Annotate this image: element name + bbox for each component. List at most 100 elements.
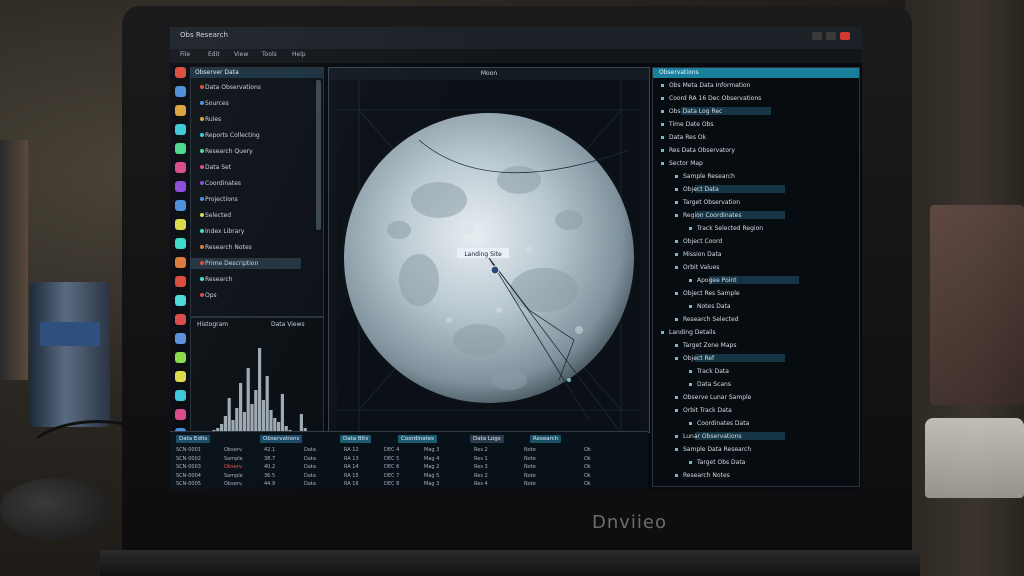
tree-node-icon[interactable] (661, 97, 664, 100)
table-row[interactable]: SCN-0005 Observ. 44.9 Data RA 16 DEC 8 Mag 3 Re… (174, 481, 644, 489)
menu-help[interactable]: Help (292, 51, 306, 58)
tree-item[interactable]: Observe Lunar Sample (683, 394, 751, 401)
tree-item[interactable]: Res Data Observatory (669, 147, 735, 154)
tree-node-icon[interactable] (675, 240, 678, 243)
app-launcher-icon[interactable] (175, 371, 186, 382)
tree-item[interactable]: Target Zone Maps (683, 342, 736, 349)
tree-item[interactable]: Research Selected (683, 316, 738, 323)
tree-node-icon[interactable] (661, 331, 664, 334)
viewer-canvas[interactable]: Landing Site (329, 80, 649, 432)
app-launcher-icon[interactable] (175, 295, 186, 306)
tree-item[interactable]: Target Obs Data (697, 459, 745, 466)
bottom-tab[interactable]: Data Logs (470, 435, 504, 443)
tree-node-icon[interactable] (689, 422, 692, 425)
tree-node-icon[interactable] (661, 162, 664, 165)
tree-node-icon[interactable] (689, 227, 692, 230)
tree-node-icon[interactable] (675, 448, 678, 451)
table-row[interactable]: SCN-0003 Observ. 40.2 Data RA 14 DEC 6 Mag 2 Re… (174, 464, 644, 472)
tree-item[interactable]: Target Observation (683, 199, 740, 206)
left-panel-item[interactable]: Coordinates (200, 180, 241, 187)
tree-node-icon[interactable] (675, 214, 678, 217)
app-launcher-icon[interactable] (175, 257, 186, 268)
app-launcher-icon[interactable] (175, 238, 186, 249)
tree-item[interactable]: Research Notes (683, 472, 730, 479)
menu-view[interactable]: View (234, 51, 248, 58)
left-panel-item[interactable]: Research Notes (200, 244, 252, 251)
left-panel-item[interactable]: Data Set (200, 164, 231, 171)
tree-item[interactable]: Object Data (683, 186, 719, 193)
app-launcher-icon[interactable] (175, 276, 186, 287)
table-row[interactable]: SCN-0002 Sample 38.7 Data RA 13 DEC 5 Mag 4 Res… (174, 456, 644, 464)
app-launcher-icon[interactable] (175, 143, 186, 154)
left-panel-item[interactable]: Rules (200, 116, 221, 123)
tree-item[interactable]: Region Coordinates (683, 212, 741, 219)
bottom-tab[interactable]: Data Bits (340, 435, 372, 443)
left-panel-item[interactable]: Sources (200, 100, 229, 107)
tree-node-icon[interactable] (675, 396, 678, 399)
tree-item[interactable]: Sample Research (683, 173, 735, 180)
app-launcher-icon[interactable] (175, 333, 186, 344)
app-launcher-icon[interactable] (175, 162, 186, 173)
left-panel-item[interactable]: Research (200, 276, 233, 283)
tree-item[interactable]: Lunar Observations (683, 433, 742, 440)
tree-item[interactable]: Orbit Track Data (683, 407, 732, 414)
landing-site-marker[interactable] (490, 265, 500, 275)
app-launcher-icon[interactable] (175, 390, 186, 401)
tree-item[interactable]: Orbit Values (683, 264, 720, 271)
tree-node-icon[interactable] (675, 201, 678, 204)
app-launcher-icon[interactable] (175, 409, 186, 420)
bottom-tab[interactable]: Coordinates (398, 435, 438, 443)
tree-node-icon[interactable] (675, 474, 678, 477)
table-row[interactable]: SCN-0004 Sample 36.5 Data RA 15 DEC 7 Mag 5 Res… (174, 473, 644, 481)
tree-item[interactable]: Mission Data (683, 251, 721, 258)
tree-node-icon[interactable] (675, 409, 678, 412)
menu-edit[interactable]: Edit (208, 51, 220, 58)
tree-item[interactable]: Object Coord (683, 238, 722, 245)
menu-file[interactable]: File (180, 51, 190, 58)
app-launcher-icon[interactable] (175, 67, 186, 78)
minimize-button[interactable] (812, 32, 822, 40)
app-launcher-icon[interactable] (175, 105, 186, 116)
left-panel-item[interactable]: Reports Collecting (200, 132, 260, 139)
tree-item[interactable]: Landing Details (669, 329, 716, 336)
maximize-button[interactable] (826, 32, 836, 40)
tree-node-icon[interactable] (675, 188, 678, 191)
tree-item[interactable]: Sector Map (669, 160, 703, 167)
tree-item[interactable]: Track Data (697, 368, 729, 375)
tree-item[interactable]: Apogee Point (697, 277, 737, 284)
tree-node-icon[interactable] (675, 253, 678, 256)
app-launcher-icon[interactable] (175, 219, 186, 230)
tree-node-icon[interactable] (661, 110, 664, 113)
tree-item[interactable]: Obs Meta Data Information (669, 82, 750, 89)
left-panel-item[interactable]: Research Query (200, 148, 253, 155)
tree-item[interactable]: Data Scans (697, 381, 731, 388)
app-launcher-icon[interactable] (175, 181, 186, 192)
tree-node-icon[interactable] (661, 84, 664, 87)
left-panel-item[interactable]: Prime Description (200, 260, 258, 267)
tree-item[interactable]: Notes Data (697, 303, 731, 310)
tree-item[interactable]: Time Date Obs (669, 121, 714, 128)
app-launcher-icon[interactable] (175, 352, 186, 363)
tree-item[interactable]: Data Res Ok (669, 134, 706, 141)
tree-item[interactable]: Coord RA 16 Dec Observations (669, 95, 761, 102)
left-panel-item[interactable]: Selected (200, 212, 231, 219)
tree-node-icon[interactable] (661, 123, 664, 126)
tree-item[interactable]: Track Selected Region (697, 225, 763, 232)
left-panel-item[interactable]: Data Observations (200, 84, 261, 91)
bottom-tab[interactable]: Data Edits (176, 435, 211, 443)
left-panel-scrollbar[interactable] (316, 80, 321, 230)
left-panel-item[interactable]: Ops (200, 292, 217, 299)
tree-node-icon[interactable] (689, 279, 692, 282)
tree-node-icon[interactable] (689, 370, 692, 373)
tree-node-icon[interactable] (661, 136, 664, 139)
tree-item[interactable]: Sample Data Research (683, 446, 751, 453)
bottom-tab[interactable]: Observations (260, 435, 303, 443)
tree-node-icon[interactable] (675, 318, 678, 321)
tree-node-icon[interactable] (675, 357, 678, 360)
left-panel-item[interactable]: Index Library (200, 228, 244, 235)
tree-node-icon[interactable] (661, 149, 664, 152)
tree-node-icon[interactable] (689, 461, 692, 464)
app-launcher-icon[interactable] (175, 124, 186, 135)
left-panel-item[interactable]: Projections (200, 196, 238, 203)
app-launcher-icon[interactable] (175, 200, 186, 211)
